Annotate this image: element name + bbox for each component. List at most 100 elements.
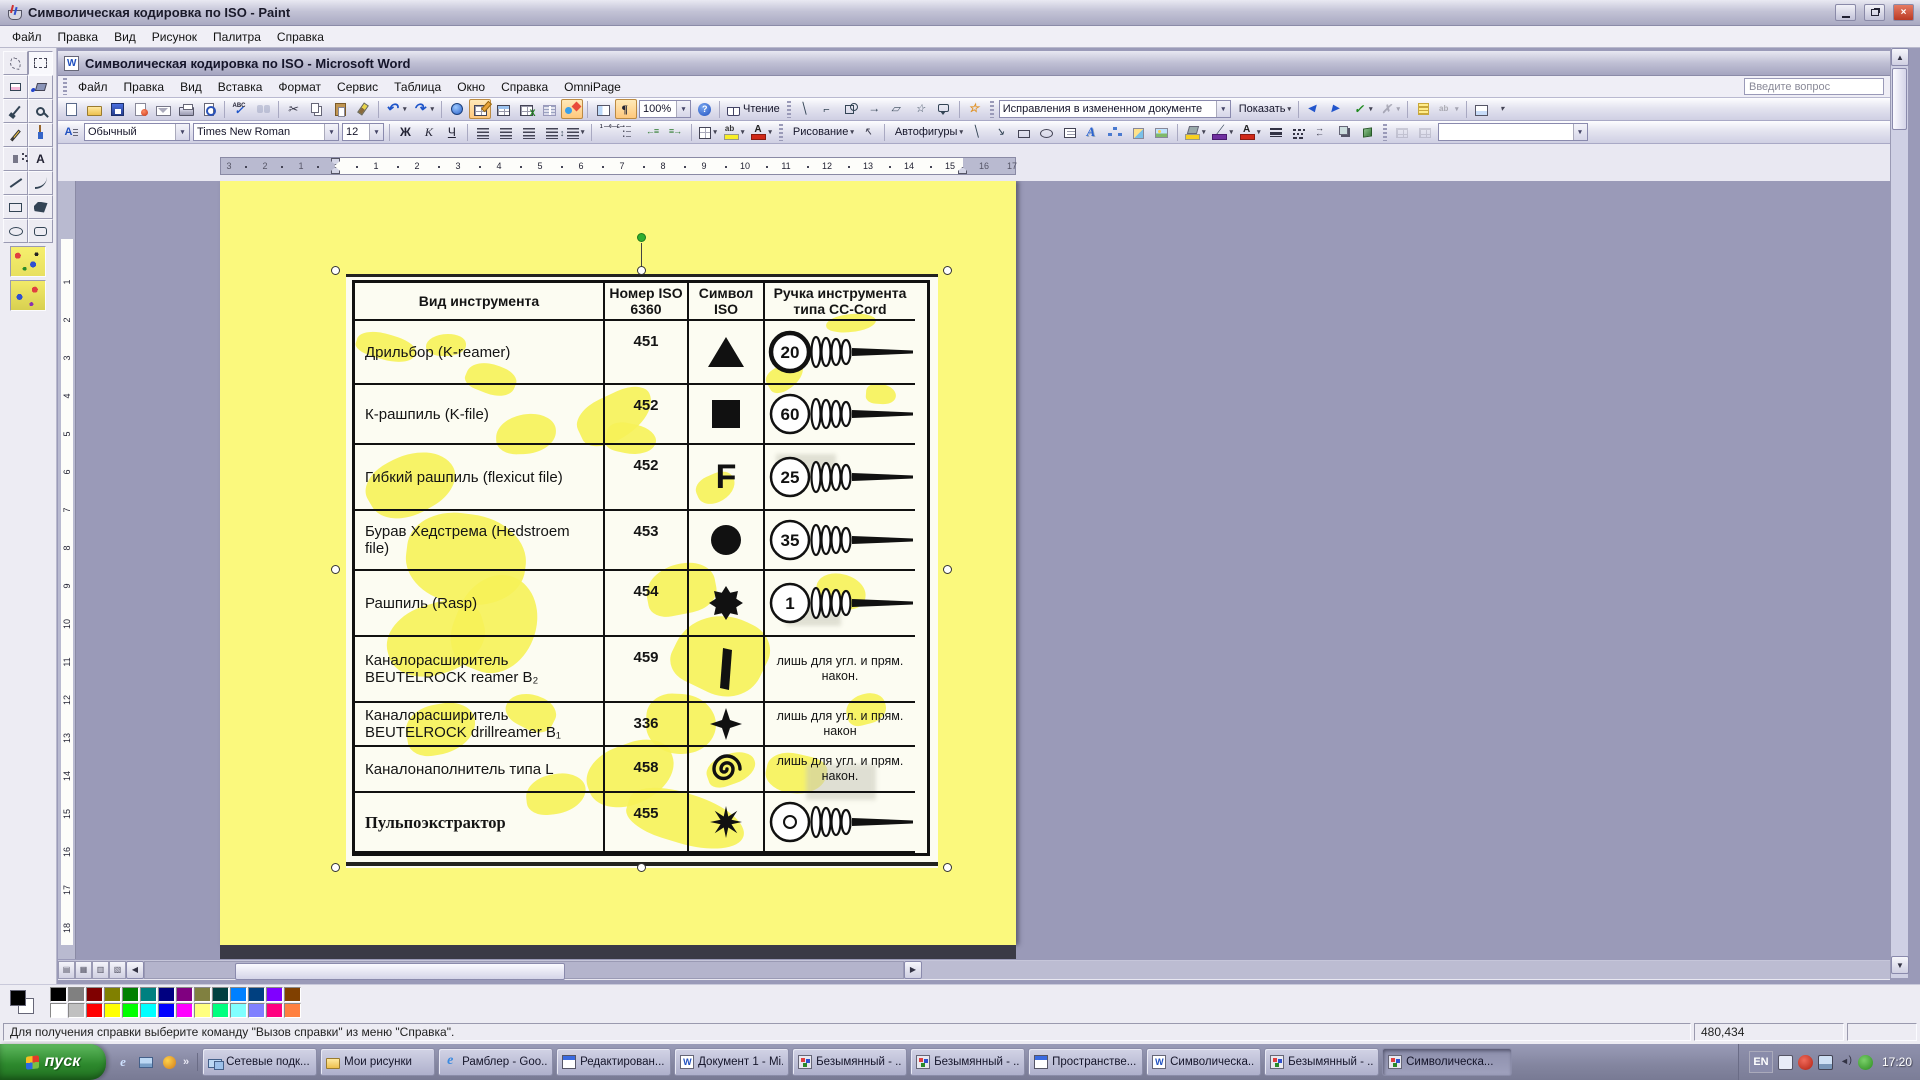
paint-tool-polygon[interactable] [28,195,53,219]
horizontal-ruler[interactable]: 3211234567891011121314151617 [220,157,1016,175]
highlight-ab-button[interactable]: ▾ [1435,99,1462,119]
arrow-style-button[interactable] [1311,122,1333,142]
mail-button[interactable] [152,99,174,119]
shadow-button[interactable] [1334,122,1356,142]
oval-button[interactable] [1036,122,1058,142]
taskbar-task-4[interactable]: Документ 1 - Mi... [674,1048,789,1076]
palette-swatch-2[interactable] [86,987,103,1002]
tool-options-box-2[interactable] [10,280,46,311]
palette-swatch-6[interactable] [158,987,175,1002]
text-box-button[interactable] [1059,122,1081,142]
vertical-ruler[interactable]: 123456789101112131415161718 [58,181,76,959]
word-menu-вставка[interactable]: Вставка [210,78,271,96]
autoshape-stars-button[interactable] [910,99,932,119]
open-button[interactable] [83,99,105,119]
columns-button[interactable] [538,99,560,119]
arrow-button[interactable] [990,122,1012,142]
styles-button[interactable] [60,122,82,142]
autoshape-connectors-button[interactable] [818,99,840,119]
scanned-table-image[interactable]: Вид инструментаНомер ISO 6360Символ ISOР… [346,274,938,868]
menubar-grip[interactable] [63,78,67,95]
taskbar-task-0[interactable]: Сетевые подк... [202,1048,317,1076]
tray-green-icon[interactable] [1858,1055,1873,1070]
horizontal-scroll-track[interactable] [144,961,904,979]
normal-view-button[interactable]: ▤ [58,961,75,979]
new-comment-button[interactable] [1412,99,1434,119]
palette-swatch-13[interactable] [284,987,301,1002]
copy-button[interactable] [306,99,328,119]
drawing-button[interactable] [561,99,583,119]
toolbar-grip[interactable] [787,101,791,118]
fill-color-button[interactable]: ▾ [1182,122,1209,142]
paint-menu-правка[interactable]: Правка [50,28,107,46]
palette-swatch-11[interactable] [248,987,265,1002]
decrease-indent-button[interactable] [642,122,664,142]
autoshape-flowchart-button[interactable] [887,99,909,119]
clip-art-button[interactable] [1128,122,1150,142]
word-menu-формат[interactable]: Формат [270,78,329,96]
word-menu-вид[interactable]: Вид [172,78,210,96]
chevron-down-icon[interactable]: ▾ [1573,124,1587,140]
palette-swatch-25[interactable] [248,1003,265,1018]
italic-button[interactable]: К [418,122,440,142]
rectangle-button[interactable] [1013,122,1035,142]
palette-swatch-14[interactable] [50,1003,67,1018]
tray-screen-icon[interactable] [1818,1055,1833,1070]
document-map-button[interactable] [592,99,614,119]
prev-change-button[interactable] [1303,99,1325,119]
paint-tool-pick-color[interactable] [3,99,28,123]
align-center-button[interactable] [495,122,517,142]
paint-tool-line[interactable] [3,171,28,195]
line-style-button[interactable] [1265,122,1287,142]
minimize-button[interactable] [1835,4,1856,21]
selection-handle-top-center[interactable] [637,266,646,275]
browser-quicklaunch-icon[interactable]: e [114,1053,132,1071]
word-menu-omnipage[interactable]: OmniPage [556,78,629,96]
paint-tool-free-form-select[interactable] [3,51,28,75]
size-combo[interactable]: 12▾ [342,123,384,141]
paint-tool-eraser[interactable] [3,75,28,99]
taskbar-task-5[interactable]: Безымянный - ... [792,1048,907,1076]
zoom-combo[interactable]: 100%▾ [639,100,691,118]
paint-tool-fill-with-color[interactable] [28,75,53,99]
borders-button[interactable]: ▾ [696,122,720,142]
paint-tool-airbrush[interactable] [3,147,28,171]
hyperlink-button[interactable] [446,99,468,119]
bold-button[interactable]: Ж [394,122,417,142]
table-autoformat-gray-button[interactable] [1414,122,1436,142]
review-mode-combo[interactable]: Исправления в измененном документе▾ [999,100,1231,118]
palette-swatch-1[interactable] [68,987,85,1002]
paint-menu-палитра[interactable]: Палитра [205,28,269,46]
increase-indent-button[interactable] [665,122,687,142]
palette-swatch-22[interactable] [194,1003,211,1018]
scroll-left-button[interactable]: ◀ [126,961,144,979]
line-color-button[interactable]: ▾ [1209,122,1236,142]
autoshapes-menu-button[interactable]: Автофигуры▾ [889,122,966,142]
taskbar-clock[interactable]: 17:20 [1882,1055,1912,1069]
taskbar-task-10[interactable]: Символическа... [1382,1048,1512,1076]
close-button[interactable]: × [1893,4,1914,21]
palette-swatch-15[interactable] [68,1003,85,1018]
paint-tool-ellipse[interactable] [3,219,28,243]
palette-swatch-20[interactable] [158,1003,175,1018]
vertical-scroll-thumb[interactable] [1892,68,1907,130]
autoshapes-more-button[interactable] [964,99,986,119]
rotation-handle[interactable] [637,233,646,242]
align-right-button[interactable] [518,122,540,142]
cut-button[interactable] [283,99,305,119]
drawing-menu-button[interactable]: Рисование▾ [787,122,857,142]
paste-button[interactable] [329,99,351,119]
numbered-list-button[interactable] [596,122,618,142]
toolbar-grip[interactable] [990,101,994,118]
reviewing-pane-button[interactable] [1471,99,1493,119]
word-menu-справка[interactable]: Справка [493,78,556,96]
autoshape-callouts-button[interactable] [933,99,955,119]
toolbar-options-button[interactable] [1494,99,1516,119]
taskbar-task-8[interactable]: Символическа... [1146,1048,1261,1076]
tray-speaker-icon[interactable] [1838,1055,1853,1070]
paint-tool-curve[interactable] [28,171,53,195]
question-box[interactable]: Введите вопрос [1744,78,1884,95]
palette-swatch-7[interactable] [176,987,193,1002]
start-button[interactable]: пуск [0,1044,106,1080]
tool-options-box-1[interactable] [10,246,46,277]
